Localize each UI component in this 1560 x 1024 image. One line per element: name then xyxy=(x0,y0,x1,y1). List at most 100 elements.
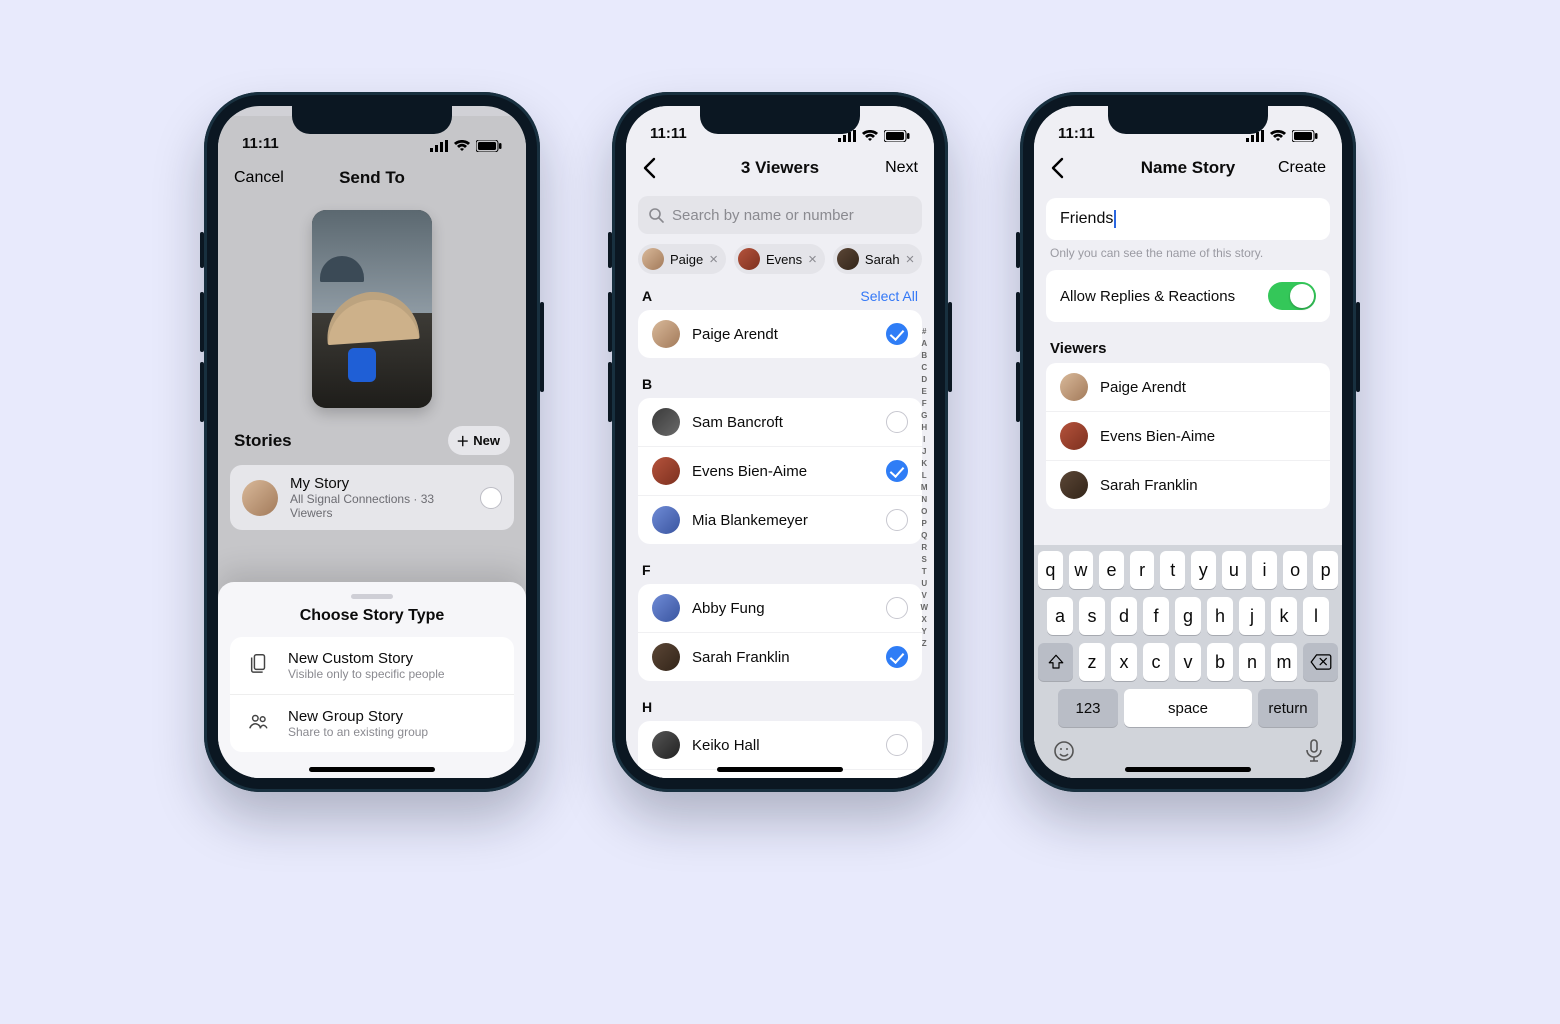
contact-check[interactable] xyxy=(886,509,908,531)
story-name-input[interactable]: Friends xyxy=(1046,198,1330,240)
key-b[interactable]: b xyxy=(1207,643,1233,681)
option-title: New Custom Story xyxy=(288,650,445,667)
chip-evens[interactable]: Evens × xyxy=(734,244,825,274)
key-m[interactable]: m xyxy=(1271,643,1297,681)
search-field[interactable]: Search by name or number xyxy=(638,196,922,234)
viewer-row[interactable]: Sarah Franklin xyxy=(1046,460,1330,509)
contact-row[interactable]: Sarah Franklin xyxy=(638,632,922,681)
dictation-key[interactable] xyxy=(1304,739,1324,768)
key-n[interactable]: n xyxy=(1239,643,1265,681)
back-button[interactable] xyxy=(642,157,656,179)
viewer-row[interactable]: Paige Arendt xyxy=(1046,363,1330,411)
emoji-key[interactable] xyxy=(1052,739,1076,768)
chip-label: Evens xyxy=(766,252,802,267)
my-story-radio[interactable] xyxy=(480,487,502,509)
text-cursor xyxy=(1114,210,1116,228)
contact-row[interactable]: Abby Fung xyxy=(638,584,922,632)
contact-check[interactable] xyxy=(886,323,908,345)
chip-remove-icon[interactable]: × xyxy=(906,252,915,267)
contact-row[interactable]: Paige Arendt xyxy=(638,310,922,358)
contact-name: Paige Arendt xyxy=(692,326,874,343)
contact-check[interactable] xyxy=(886,411,908,433)
key-r[interactable]: r xyxy=(1130,551,1155,589)
search-placeholder: Search by name or number xyxy=(672,207,854,224)
key-z[interactable]: z xyxy=(1079,643,1105,681)
story-preview-thumb[interactable] xyxy=(312,210,432,408)
key-g[interactable]: g xyxy=(1175,597,1201,635)
key-i[interactable]: i xyxy=(1252,551,1277,589)
key-h[interactable]: h xyxy=(1207,597,1233,635)
contact-row[interactable]: Sam Bancroft xyxy=(638,398,922,446)
contact-row[interactable]: Keiko Hall xyxy=(638,721,922,769)
backspace-key[interactable] xyxy=(1303,643,1338,681)
key-a[interactable]: a xyxy=(1047,597,1073,635)
new-story-button[interactable]: ＋ New xyxy=(448,426,510,455)
back-button[interactable] xyxy=(1050,157,1064,179)
avatar xyxy=(652,731,680,759)
key-k[interactable]: k xyxy=(1271,597,1297,635)
new-story-label: New xyxy=(473,433,500,448)
section-letter: B xyxy=(626,368,934,398)
option-title: New Group Story xyxy=(288,708,428,725)
select-all-button[interactable]: Select All xyxy=(860,288,918,304)
key-l[interactable]: l xyxy=(1303,597,1329,635)
status-time: 11:11 xyxy=(1058,125,1095,142)
avatar xyxy=(738,248,760,270)
avatar xyxy=(652,408,680,436)
key-y[interactable]: y xyxy=(1191,551,1216,589)
key-q[interactable]: q xyxy=(1038,551,1063,589)
key-p[interactable]: p xyxy=(1313,551,1338,589)
avatar xyxy=(652,506,680,534)
avatar xyxy=(652,320,680,348)
shift-key[interactable] xyxy=(1038,643,1073,681)
chip-remove-icon[interactable]: × xyxy=(808,252,817,267)
space-key[interactable]: space xyxy=(1124,689,1252,727)
helper-text: Only you can see the name of this story. xyxy=(1034,246,1342,270)
avatar xyxy=(1060,373,1088,401)
contact-row[interactable]: Evens Bien-Aime xyxy=(638,446,922,495)
contact-name: Evens Bien-Aime xyxy=(692,463,874,480)
key-d[interactable]: d xyxy=(1111,597,1137,635)
cancel-button[interactable]: Cancel xyxy=(234,169,284,187)
contact-check[interactable] xyxy=(886,646,908,668)
contact-check[interactable] xyxy=(886,734,908,756)
key-j[interactable]: j xyxy=(1239,597,1265,635)
allow-replies-switch[interactable] xyxy=(1268,282,1316,310)
key-u[interactable]: u xyxy=(1222,551,1247,589)
my-story-row[interactable]: My Story All Signal Connections · 33 Vie… xyxy=(230,465,514,530)
key-o[interactable]: o xyxy=(1283,551,1308,589)
allow-replies-row[interactable]: Allow Replies & Reactions xyxy=(1046,270,1330,322)
contact-check[interactable] xyxy=(886,597,908,619)
section-letter: A xyxy=(642,288,652,304)
search-icon xyxy=(648,207,664,223)
create-button[interactable]: Create xyxy=(1278,159,1326,177)
contact-check[interactable] xyxy=(886,460,908,482)
chip-paige[interactable]: Paige× xyxy=(638,244,726,274)
key-t[interactable]: t xyxy=(1160,551,1185,589)
phone-viewer-picker: 11:11 3 Viewers Next Search by name or xyxy=(612,92,948,792)
key-x[interactable]: x xyxy=(1111,643,1137,681)
key-e[interactable]: e xyxy=(1099,551,1124,589)
plus-icon: ＋ xyxy=(456,431,469,450)
key-f[interactable]: f xyxy=(1143,597,1169,635)
option-new-custom-story[interactable]: New Custom Story Visible only to specifi… xyxy=(230,637,514,694)
alpha-index[interactable]: #ABCDEFGHIJKLMNOPQRSTUVWXYZ xyxy=(920,326,928,650)
contact-row[interactable]: Mia Blankemeyer xyxy=(638,495,922,544)
ios-keyboard[interactable]: qwertyuiop asdfghjkl zxcvbnm 123 space r… xyxy=(1034,545,1342,778)
chip-remove-icon[interactable]: × xyxy=(709,252,718,267)
custom-story-icon xyxy=(244,652,274,679)
sheet-grabber[interactable] xyxy=(351,594,393,599)
key-s[interactable]: s xyxy=(1079,597,1105,635)
section-letter: H xyxy=(626,691,934,721)
return-key[interactable]: return xyxy=(1258,689,1318,727)
key-c[interactable]: c xyxy=(1143,643,1169,681)
my-story-title: My Story xyxy=(290,475,468,492)
numbers-key[interactable]: 123 xyxy=(1058,689,1118,727)
key-w[interactable]: w xyxy=(1069,551,1094,589)
option-new-group-story[interactable]: New Group Story Share to an existing gro… xyxy=(230,694,514,752)
key-v[interactable]: v xyxy=(1175,643,1201,681)
my-story-subtitle: All Signal Connections · 33 Viewers xyxy=(290,492,468,520)
viewer-row[interactable]: Evens Bien-Aime xyxy=(1046,411,1330,460)
chip-sarah[interactable]: Sarah× xyxy=(833,244,922,274)
next-button[interactable]: Next xyxy=(885,159,918,177)
